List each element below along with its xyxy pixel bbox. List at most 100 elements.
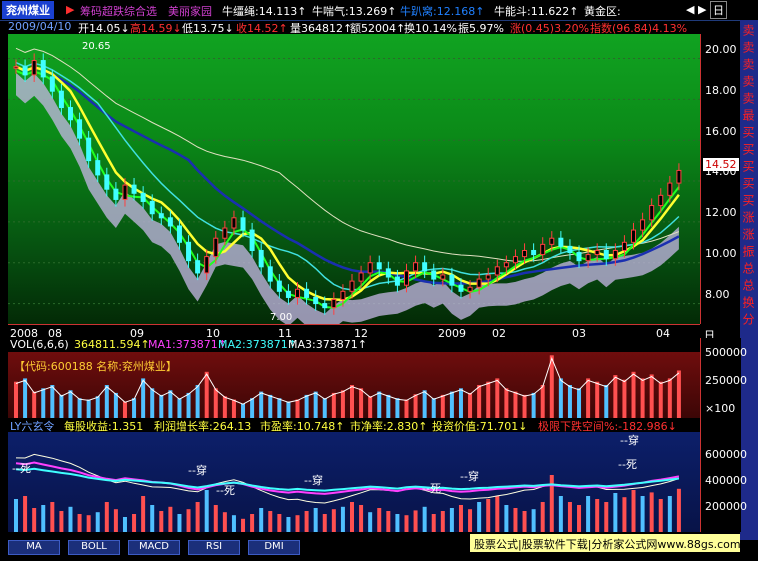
price-tick: 8.00 <box>705 288 730 301</box>
price-tick: 20.00 <box>705 43 737 56</box>
signal-annotation: --穿 <box>188 463 207 477</box>
volume-panel[interactable]: 【代码:600188 名称:兖州煤业】 <box>8 352 700 418</box>
sidebar-tab[interactable]: 卖 <box>741 75 757 87</box>
vol-tick: 500000 <box>705 346 747 359</box>
candle-body <box>49 76 55 92</box>
volume-bar <box>41 388 46 418</box>
candle-body <box>476 278 482 288</box>
candle-body <box>267 266 273 282</box>
volume-bar <box>204 371 209 418</box>
tab-ma[interactable]: MA <box>8 540 60 555</box>
volume-bar <box>649 374 654 418</box>
stock-name[interactable]: 兖州煤业 <box>2 1 54 19</box>
ly-bar <box>77 514 82 532</box>
volume-bar <box>23 378 28 418</box>
ly-bar <box>558 496 563 532</box>
sidebar-tab[interactable]: 买 <box>741 194 757 206</box>
sidebar-tab[interactable]: 涨 <box>741 228 757 240</box>
candle-body <box>649 205 655 221</box>
tab-macd[interactable]: MACD <box>128 540 180 555</box>
candle-body <box>512 256 518 264</box>
candle-body <box>558 237 564 247</box>
volume-bar <box>195 385 200 418</box>
price-tick: 18.00 <box>705 84 737 97</box>
volume-bar <box>558 378 563 418</box>
sidebar-tab[interactable]: 分 <box>741 313 757 325</box>
prev-icon[interactable]: ◀ <box>686 3 694 16</box>
current-price-tag: 14.52 <box>703 158 739 171</box>
ly-bar <box>150 505 155 532</box>
candle-body <box>658 194 664 207</box>
candle-body <box>104 174 110 190</box>
sidebar-tab[interactable]: 买 <box>741 143 757 155</box>
price-chart-panel[interactable]: 20.65 7.00 <box>8 34 700 337</box>
ly-bar <box>14 499 18 532</box>
formula-sub: 美丽家园 <box>168 5 212 18</box>
ly-bar <box>350 502 354 532</box>
sidebar-tab[interactable]: 总 <box>741 262 757 274</box>
sidebar-tab[interactable]: 卖 <box>741 92 757 104</box>
volume-bar <box>59 394 64 418</box>
candle-body <box>413 262 419 272</box>
ly-bar <box>132 514 137 532</box>
sidebar-tab[interactable]: 最 <box>741 109 757 121</box>
ly-bar <box>513 508 518 532</box>
volume-bar <box>259 391 264 418</box>
ly-bar <box>486 499 491 532</box>
tab-rsi[interactable]: RSI <box>188 540 240 555</box>
candle-body <box>440 274 446 280</box>
vol-tick: ×100 <box>705 402 736 415</box>
indicator-panel[interactable]: --死 --穿 --死 --穿 --死 --穿 --死 --穿 <box>8 432 700 532</box>
period-icon[interactable]: 日 <box>710 1 727 19</box>
candle-body <box>40 60 46 78</box>
candle-body <box>295 288 301 298</box>
right-sidebar[interactable]: 卖卖卖卖卖最买买买买买涨涨振总总换分 <box>740 20 758 540</box>
sidebar-tab[interactable]: 卖 <box>741 41 757 53</box>
volume-bar <box>477 385 482 418</box>
candle-body <box>676 169 682 184</box>
ly-bar <box>404 515 409 532</box>
tab-dmi[interactable]: DMI <box>248 540 300 555</box>
play-icon[interactable]: ▶ <box>66 3 74 16</box>
ly-bar <box>377 508 382 532</box>
candle-body <box>631 229 637 243</box>
price-axis: 20.00 18.00 16.00 14.00 12.00 10.00 8.00… <box>700 34 741 324</box>
volume-axis: 500000 250000 ×100 <box>700 338 747 418</box>
candle-body <box>158 213 164 219</box>
ad-banner[interactable]: 股票公式|股票软件下载|分析家公式网www.88gs.com <box>470 534 741 552</box>
candle-body <box>258 249 264 268</box>
ly-bar <box>286 517 291 532</box>
sidebar-tab[interactable]: 振 <box>741 245 757 257</box>
candle-body <box>594 249 600 256</box>
volume-bar <box>495 378 500 418</box>
candle-body <box>131 184 137 194</box>
volume-bar <box>613 375 618 418</box>
indicator-chart: --死 --穿 --死 --穿 --死 --穿 --死 --穿 <box>12 433 681 532</box>
sidebar-tab[interactable]: 涨 <box>741 211 757 223</box>
sidebar-tab[interactable]: 卖 <box>741 58 757 70</box>
ly-bar <box>386 511 391 532</box>
sidebar-tab[interactable]: 换 <box>741 296 757 308</box>
candle-body <box>640 219 646 231</box>
ly-bar <box>86 515 91 532</box>
sidebar-tab[interactable]: 买 <box>741 126 757 138</box>
indicator-value: 牛能斗:11.622↑ <box>494 5 579 18</box>
volume-bar <box>222 396 227 418</box>
ly-bar <box>222 512 227 532</box>
ly-bar <box>340 506 345 532</box>
next-icon[interactable]: ▶ <box>698 3 706 16</box>
sidebar-tab[interactable]: 买 <box>741 177 757 189</box>
tab-boll[interactable]: BOLL <box>68 540 120 555</box>
candle-body <box>403 270 409 286</box>
volume-bar <box>422 390 427 418</box>
vol-ma2: MA2:373871↑ <box>218 338 297 351</box>
sidebar-tab[interactable]: 卖 <box>741 24 757 36</box>
quote-info-bar: 2009/04/10 开14.05↓ 高14.59↓ 低13.75↓ 收14.5… <box>0 20 700 35</box>
sidebar-tab[interactable]: 总 <box>741 279 757 291</box>
ly-bar <box>413 510 418 532</box>
volume-bar <box>231 399 236 418</box>
volume-bar <box>86 399 91 418</box>
sidebar-tab[interactable]: 买 <box>741 160 757 172</box>
volume-bar <box>350 385 354 418</box>
volume-bar <box>522 394 527 418</box>
